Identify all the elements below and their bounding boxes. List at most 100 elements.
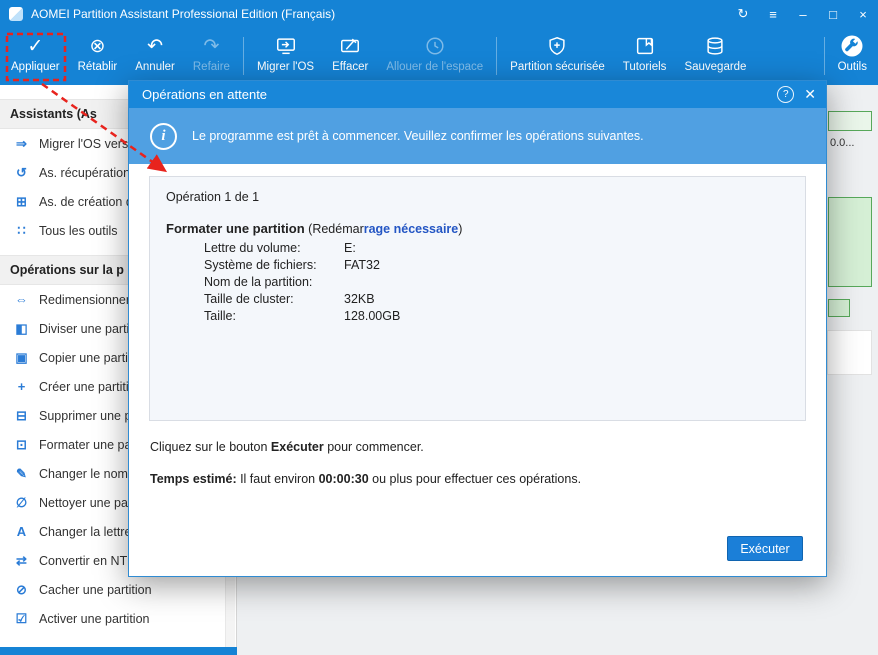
- app-logo-icon: [9, 7, 23, 21]
- partition-bar-fragment[interactable]: [828, 197, 872, 287]
- copy-icon: ▣: [15, 349, 28, 365]
- window-title: AOMEI Partition Assistant Professional E…: [31, 7, 336, 21]
- create-partition-icon: +: [17, 379, 26, 394]
- resize-icon: ⇔: [15, 292, 28, 307]
- sidebar-item-label: Diviser une parti: [39, 321, 130, 336]
- detail-row-partition-name: Nom de la partition:: [204, 275, 313, 289]
- partition-bar-fragment[interactable]: [828, 299, 850, 317]
- migrate-os-icon: [275, 32, 297, 60]
- sidebar-item-label: Changer la lettre: [39, 524, 132, 539]
- erase-icon: [339, 32, 361, 60]
- operation-details: Lettre du volume: E: Système de fichiers…: [166, 240, 789, 325]
- shield-plus-icon: [546, 32, 568, 60]
- bottom-strip: [0, 647, 237, 655]
- allocate-space-button: Allouer de l'espace: [377, 31, 492, 85]
- hide-partition-icon: ⊘: [16, 581, 27, 597]
- drive-letter-icon: A: [16, 524, 27, 539]
- sidebar-item-label: Supprimer une p: [39, 408, 132, 423]
- tutorials-button[interactable]: Tutoriels: [614, 31, 676, 85]
- tools-button[interactable]: Outils: [829, 31, 876, 85]
- sidebar-item-label: As. récupération: [39, 165, 131, 180]
- info-icon: i: [150, 122, 177, 150]
- pending-operations-dialog: Opérations en attente ? ✕ i Le programme…: [128, 80, 827, 577]
- database-icon: [704, 32, 726, 60]
- refresh-icon[interactable]: ↻: [728, 0, 758, 28]
- banner-text: Le programme est prêt à commencer. Veuil…: [192, 129, 644, 143]
- redo-icon: ↷: [203, 35, 220, 57]
- sidebar-item-label: Redimensionner: [39, 292, 131, 307]
- apply-button[interactable]: ✓ Appliquer: [2, 31, 69, 85]
- disk-card-fragment: [827, 330, 872, 375]
- sidebar-item-label: Tous les outils: [39, 223, 118, 238]
- sidebar-item-hide[interactable]: ⊘ Cacher une partition: [0, 575, 236, 604]
- dialog-close-icon[interactable]: ✕: [804, 86, 816, 103]
- detail-row-cluster-size: Taille de cluster: 32KB: [204, 292, 375, 306]
- discard-button[interactable]: ⊗ Rétablir: [69, 31, 127, 85]
- recovery-icon: ↺: [16, 164, 27, 180]
- sidebar-item-label: As. de création d: [39, 194, 133, 209]
- toolbar-separator: [242, 37, 244, 75]
- sidebar-item-label: Convertir en NTF: [39, 553, 135, 568]
- discard-icon: ⊗: [89, 35, 106, 57]
- close-button[interactable]: ×: [848, 0, 878, 28]
- sidebar-item-label: Activer une partition: [39, 611, 150, 626]
- main-toolbar: ✓ Appliquer ⊗ Rétablir ↶ Annuler ↷ Refai…: [0, 28, 878, 85]
- sidebar-item-label: Changer le nom: [39, 466, 128, 481]
- maximize-button[interactable]: □: [818, 0, 848, 28]
- sidebar-item-label: Cacher une partition: [39, 582, 152, 597]
- minimize-button[interactable]: –: [788, 0, 818, 28]
- help-icon[interactable]: ?: [777, 86, 795, 103]
- creation-wizard-icon: ⊞: [16, 193, 27, 209]
- info-banner: i Le programme est prêt à commencer. Veu…: [129, 108, 826, 164]
- erase-button[interactable]: Effacer: [323, 31, 377, 85]
- split-icon: ◧: [15, 320, 28, 336]
- restart-note-highlight: rage nécessaire: [363, 222, 459, 236]
- partition-size-fragment: 0.0...: [830, 137, 855, 149]
- secure-partition-button[interactable]: Partition sécurisée: [501, 31, 614, 85]
- sidebar-item-label: Migrer l'OS vers: [39, 136, 129, 151]
- delete-icon: ⊟: [16, 407, 27, 423]
- hint-text: Cliquez sur le bouton Exécuter pour comm…: [150, 440, 424, 454]
- menu-icon[interactable]: ≡: [758, 0, 788, 28]
- migrate-os-button[interactable]: Migrer l'OS: [248, 31, 323, 85]
- toolbar-separator: [823, 37, 825, 75]
- clock-icon: [424, 32, 446, 60]
- undo-icon: ↶: [147, 35, 164, 57]
- operations-list-box: Opération 1 de 1 Formater une partition …: [149, 176, 806, 421]
- dialog-body: Opération 1 de 1 Formater une partition …: [129, 164, 826, 576]
- detail-row-volume-letter: Lettre du volume: E:: [204, 241, 356, 255]
- backup-button[interactable]: Sauvegarde: [675, 31, 755, 85]
- rename-icon: ✎: [16, 465, 27, 481]
- dialog-title: Opérations en attente: [142, 87, 268, 102]
- sidebar-item-activate[interactable]: ☑ Activer une partition: [0, 604, 236, 633]
- operation-title: Formater une partition: [166, 221, 305, 236]
- activate-partition-icon: ☑: [15, 610, 28, 626]
- wrench-icon: [840, 32, 864, 60]
- estimated-time-text: Temps estimé: Il faut environ 00:00:30 o…: [150, 472, 582, 486]
- operation-title-line: Formater une partition (Redémarrage néce…: [166, 221, 789, 236]
- detail-row-filesystem: Système de fichiers: FAT32: [204, 258, 380, 272]
- dialog-titlebar: Opérations en attente ? ✕: [129, 81, 826, 108]
- apply-check-icon: ✓: [27, 35, 44, 57]
- migrate-os-icon: ⇒: [16, 135, 27, 151]
- convert-icon: ⇄: [16, 552, 27, 568]
- sidebar-item-label: Formater une pa: [39, 437, 132, 452]
- operation-counter: Opération 1 de 1: [166, 190, 260, 204]
- restart-note-prefix: (Redémar: [304, 222, 364, 236]
- detail-row-size: Taille: 128.00GB: [204, 309, 401, 323]
- format-icon: ⊡: [16, 436, 27, 452]
- partition-bar-fragment[interactable]: [828, 111, 872, 131]
- execute-button[interactable]: Exécuter: [727, 536, 803, 561]
- sidebar-item-label: Nettoyer une pa: [39, 495, 128, 510]
- book-icon: [634, 32, 656, 60]
- window-controls: ↻ ≡ – □ ×: [728, 0, 878, 28]
- undo-button[interactable]: ↶ Annuler: [126, 31, 184, 85]
- redo-button: ↷ Refaire: [184, 31, 239, 85]
- window-titlebar: AOMEI Partition Assistant Professional E…: [0, 0, 878, 28]
- restart-note-suffix: ): [458, 222, 463, 236]
- sidebar-item-label: Copier une parti: [39, 350, 128, 365]
- sidebar-item-label: Créer une partiti: [39, 379, 129, 394]
- wipe-icon: ∅: [15, 494, 28, 510]
- toolbar-separator: [496, 37, 498, 75]
- all-tools-icon: ∷: [17, 222, 26, 238]
